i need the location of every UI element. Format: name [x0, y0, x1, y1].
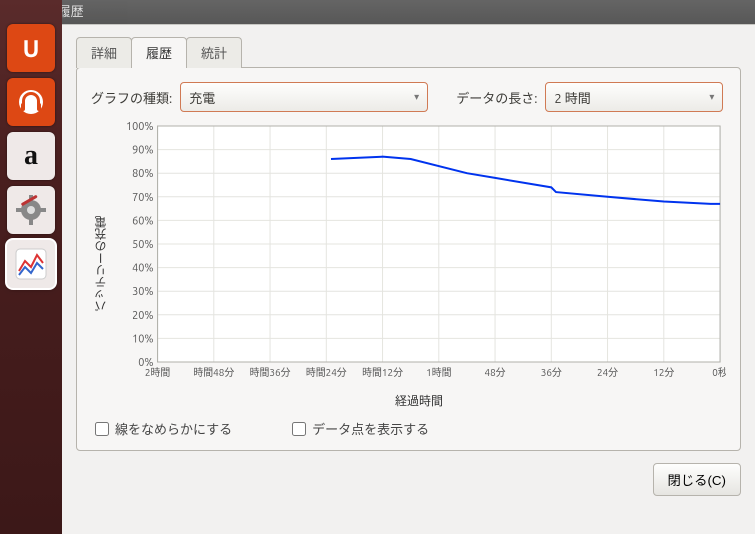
- dialog-footer: 閉じる(C): [62, 451, 755, 496]
- launcher-settings[interactable]: [7, 186, 55, 234]
- history-panel: グラフの種類: 充電 ▾ データの長さ: 2 時間 ▾ バッテリーの充電 100…: [76, 67, 741, 451]
- svg-text:時間12分: 時間12分: [362, 367, 403, 378]
- graph-type-combobox[interactable]: 充電 ▾: [180, 82, 428, 112]
- window-titlebar: バイスの履歴: [0, 0, 755, 24]
- svg-text:12分: 12分: [653, 367, 674, 378]
- data-length-label: データの長さ:: [456, 88, 537, 107]
- launcher-ubuntu-software[interactable]: U: [7, 24, 55, 72]
- data-length-combobox[interactable]: 2 時間 ▾: [545, 82, 723, 112]
- show-points-input[interactable]: [292, 422, 306, 436]
- battery-charge-chart: 100%90%80%70%60%50%40%30%20%10%0%2時間時間48…: [112, 120, 726, 390]
- svg-text:60%: 60%: [132, 215, 153, 227]
- data-length-value: 2 時間: [554, 88, 590, 107]
- graph-type-label: グラフの種類:: [91, 88, 172, 107]
- svg-text:30%: 30%: [132, 286, 153, 298]
- power-history-window: 詳細 履歴 統計 グラフの種類: 充電 ▾ データの長さ: 2 時間 ▾ バッテ…: [62, 24, 755, 534]
- tab-stats[interactable]: 統計: [186, 37, 242, 68]
- svg-text:0秒: 0秒: [712, 366, 726, 378]
- svg-text:36分: 36分: [541, 367, 562, 378]
- svg-text:90%: 90%: [132, 145, 153, 157]
- svg-text:10%: 10%: [132, 333, 153, 345]
- tab-detail[interactable]: 詳細: [76, 37, 132, 68]
- chart-xlabel: 経過時間: [112, 392, 726, 409]
- smooth-line-input[interactable]: [95, 422, 109, 436]
- svg-text:時間48分: 時間48分: [193, 367, 234, 378]
- tab-history[interactable]: 履歴: [131, 37, 187, 68]
- smooth-line-label: 線をなめらかにする: [115, 419, 232, 438]
- svg-text:時間36分: 時間36分: [250, 367, 291, 378]
- controls-row: グラフの種類: 充電 ▾ データの長さ: 2 時間 ▾: [91, 82, 726, 112]
- chart-options: 線をなめらかにする データ点を表示する: [91, 419, 726, 438]
- close-button[interactable]: 閉じる(C): [653, 463, 742, 496]
- svg-text:70%: 70%: [132, 192, 153, 204]
- show-points-checkbox[interactable]: データ点を表示する: [292, 419, 429, 438]
- launcher-amazon[interactable]: a: [7, 132, 55, 180]
- launcher-ubuntu-one[interactable]: [7, 78, 55, 126]
- chevron-down-icon: ▾: [414, 91, 419, 103]
- svg-text:80%: 80%: [132, 168, 153, 180]
- chart-area: バッテリーの充電 100% 90% 80% 70% 60% 50% 40% 30% 20% 10%…: [91, 120, 726, 409]
- chart-ylabel: バッテリーの充電: [91, 120, 112, 409]
- tab-bar: 詳細 履歴 統計: [62, 25, 755, 68]
- launcher-power-stats[interactable]: [7, 240, 55, 288]
- svg-text:100%: 100%: [126, 121, 154, 133]
- svg-text:40%: 40%: [132, 263, 153, 275]
- svg-text:1時間: 1時間: [426, 367, 451, 378]
- show-points-label: データ点を表示する: [312, 419, 429, 438]
- chevron-down-icon: ▾: [709, 91, 714, 103]
- svg-text:2時間: 2時間: [145, 367, 170, 378]
- svg-text:50%: 50%: [132, 239, 153, 251]
- smooth-line-checkbox[interactable]: 線をなめらかにする: [95, 419, 232, 438]
- svg-text:時間24分: 時間24分: [306, 367, 347, 378]
- svg-text:20%: 20%: [132, 310, 153, 322]
- svg-text:48分: 48分: [485, 367, 506, 378]
- svg-text:24分: 24分: [597, 367, 618, 378]
- unity-launcher: Ua: [0, 0, 62, 534]
- graph-type-value: 充電: [189, 88, 215, 107]
